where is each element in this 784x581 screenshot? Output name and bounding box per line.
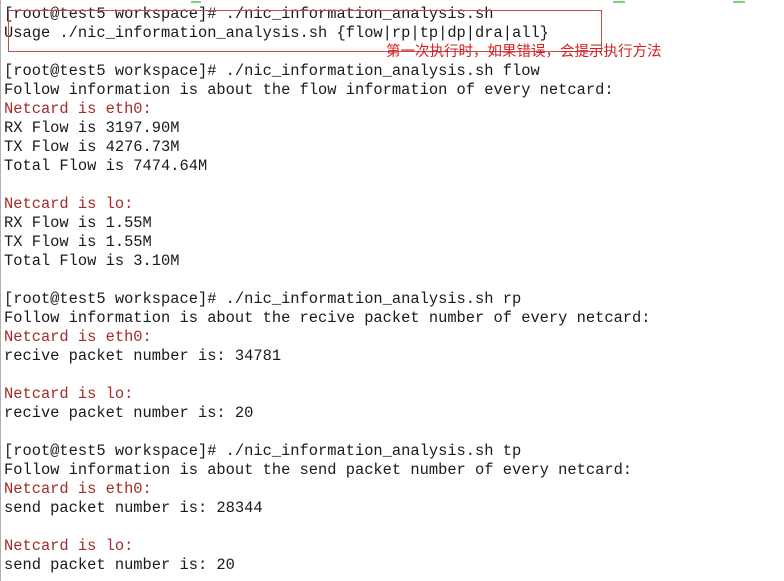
output-line: Usage ./nic_information_analysis.sh {flo… [4, 24, 549, 42]
command-line: [root@test5 workspace]# ./nic_informatio… [4, 5, 494, 23]
output-line: send packet number is: 20 [4, 556, 235, 574]
output-line: Follow information is about the send pac… [4, 461, 633, 479]
netcard-header-line: Netcard is eth0: [4, 480, 152, 498]
top-indicator-mark [613, 1, 625, 3]
output-line: recive packet number is: 20 [4, 404, 254, 422]
output-line: TX Flow is 1.55M [4, 233, 152, 251]
output-line: Total Flow is 7474.64M [4, 157, 208, 175]
netcard-header-line: Netcard is lo: [4, 195, 134, 213]
output-line: RX Flow is 1.55M [4, 214, 152, 232]
netcard-header-line: Netcard is eth0: [4, 100, 152, 118]
annotation-text: 第一次执行时，如果错误，会提示执行方法 [386, 44, 662, 60]
output-line: TX Flow is 4276.73M [4, 138, 180, 156]
terminal-window[interactable]: [root@test5 workspace]# ./nic_informatio… [0, 0, 784, 581]
output-line: Follow information is about the flow inf… [4, 81, 614, 99]
netcard-header-line: Netcard is lo: [4, 385, 134, 403]
output-line: Follow information is about the recive p… [4, 309, 651, 327]
command-line: [root@test5 workspace]# ./nic_informatio… [4, 290, 522, 308]
output-line: recive packet number is: 34781 [4, 347, 282, 365]
netcard-header-line: Netcard is lo: [4, 537, 134, 555]
output-line: RX Flow is 3197.90M [4, 119, 180, 137]
top-indicator-mark [733, 1, 745, 3]
output-line: send packet number is: 28344 [4, 499, 263, 517]
output-line: Total Flow is 3.10M [4, 252, 180, 270]
netcard-header-line: Netcard is eth0: [4, 328, 152, 346]
command-line: [root@test5 workspace]# ./nic_informatio… [4, 442, 522, 460]
command-line: [root@test5 workspace]# ./nic_informatio… [4, 62, 540, 80]
top-indicator-mark [191, 1, 201, 3]
